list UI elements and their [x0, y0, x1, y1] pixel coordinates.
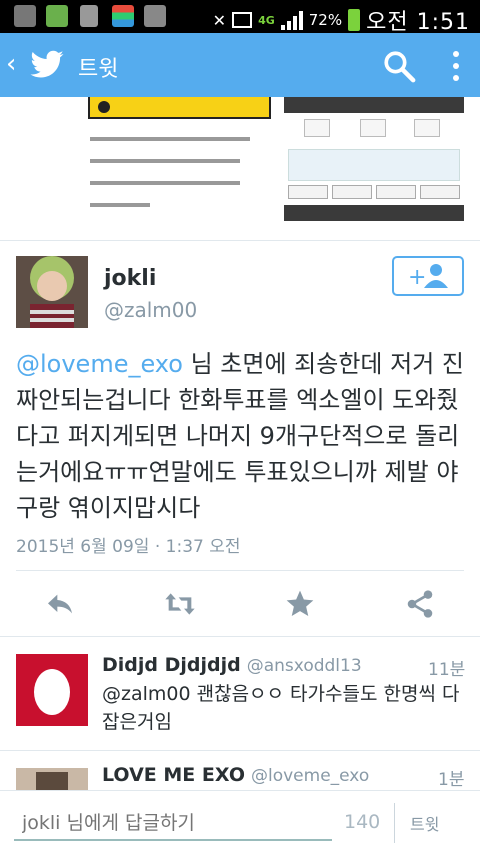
- mute-icon: ✕: [212, 10, 227, 30]
- battery-icon: [348, 9, 361, 31]
- books-icon: [112, 5, 134, 27]
- twitter-bird-icon[interactable]: [28, 47, 66, 83]
- reply-compose-bar: 140 트윗: [0, 790, 480, 853]
- card-icon: [232, 12, 253, 28]
- reply-avatar[interactable]: [16, 654, 88, 726]
- share-icon[interactable]: [404, 588, 436, 620]
- author-handle[interactable]: @zalm00: [104, 298, 197, 322]
- retweet-icon[interactable]: [164, 588, 196, 620]
- gallery-icon: [144, 5, 166, 27]
- follow-button[interactable]: +: [392, 256, 464, 296]
- tweet-media[interactable]: [0, 97, 480, 237]
- tweet-date: 2015년 6월 09일 · 1:37 오전: [16, 537, 241, 557]
- status-bar: ✕ 4G 72% 오전 1:51: [0, 0, 480, 35]
- add-user-icon: +: [408, 264, 448, 290]
- embedded-screenshot-image: [76, 97, 464, 223]
- gender-icon: [46, 5, 68, 27]
- phone-icon: [80, 5, 98, 27]
- embedded-banner: [88, 97, 271, 119]
- reply-author[interactable]: LOVE ME EXO @loveme_exo: [102, 764, 369, 786]
- search-icon[interactable]: [382, 49, 416, 83]
- reply-text: @zalm00 괜찮음ㅇㅇ 타가수들도 한명씩 다 잡은거임: [102, 683, 460, 733]
- chevron-left-icon[interactable]: ‹: [6, 51, 16, 77]
- network-type: 4G: [258, 13, 275, 27]
- author-name[interactable]: jokli: [104, 266, 156, 291]
- battery-percent: 72%: [308, 11, 343, 29]
- reply-time: 1분: [438, 770, 465, 790]
- reply-input[interactable]: [14, 807, 332, 841]
- mention-link[interactable]: @loveme_exo: [16, 350, 183, 378]
- divider: [394, 803, 395, 843]
- reply-handle[interactable]: @loveme_exo: [251, 766, 369, 786]
- favorite-star-icon[interactable]: [284, 588, 316, 620]
- svg-text:+: +: [408, 265, 426, 290]
- reply-handle[interactable]: @ansxoddl13: [247, 656, 362, 676]
- send-tweet-button[interactable]: 트윗: [410, 811, 439, 835]
- app-bar: ‹ 트윗: [0, 33, 480, 97]
- char-count: 140: [344, 811, 381, 833]
- tweet-text: @loveme_exo 님 초면에 죄송한데 저거 진짜안되는겁니다 한화투표를…: [16, 346, 468, 526]
- embedded-side-panel: [284, 97, 464, 223]
- reply-avatar[interactable]: [16, 768, 88, 790]
- more-vertical-icon[interactable]: [448, 49, 464, 83]
- reply-icon[interactable]: [44, 588, 76, 620]
- add-icon: [14, 5, 36, 27]
- reply-time: 11분: [428, 660, 466, 680]
- avatar[interactable]: [16, 256, 88, 328]
- clock: 오전 1:51: [366, 10, 470, 35]
- reply-author[interactable]: Didjd Djdjdjd @ansxoddl13: [102, 654, 362, 676]
- page-title: 트윗: [78, 57, 119, 82]
- signal-icon: [280, 10, 303, 30]
